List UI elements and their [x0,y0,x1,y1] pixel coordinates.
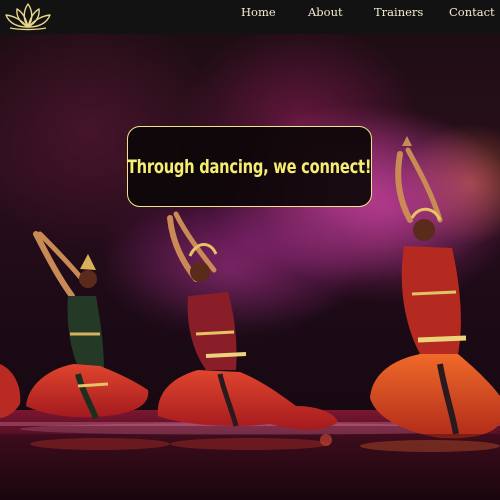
nav-contact-link[interactable]: Contact [449,5,495,19]
navbar: Home About Trainers Contact [0,0,500,34]
lotus-icon[interactable] [2,1,54,31]
nav-home-link[interactable]: Home [241,5,276,19]
hero-tagline: Through dancing, we connect! [127,155,372,178]
tagline-card: Through dancing, we connect! [127,126,372,207]
page: Home About Trainers Contact Through danc… [0,0,500,500]
nav-about-link[interactable]: About [308,5,343,19]
dance-performance-photo [0,104,500,500]
nav-trainers-link[interactable]: Trainers [374,5,423,19]
hero-banner: Through dancing, we connect! [0,34,500,500]
